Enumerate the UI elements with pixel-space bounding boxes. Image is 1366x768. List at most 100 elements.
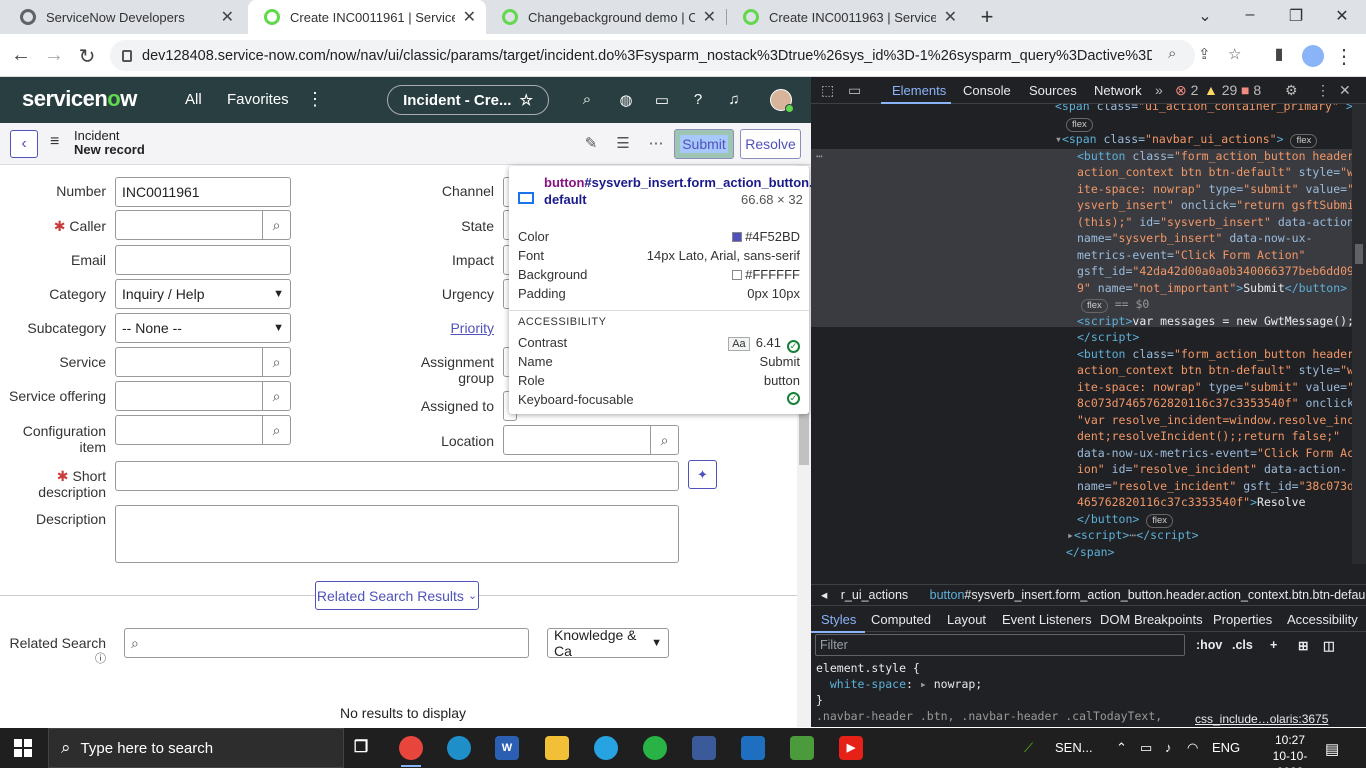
back-button[interactable]: ‹ xyxy=(10,130,38,158)
short-description-field[interactable] xyxy=(115,461,679,491)
servicenow-logo[interactable]: servicenow xyxy=(22,86,137,112)
devtools-close-icon[interactable]: ✕ xyxy=(1339,82,1351,99)
devtools-tab-sources[interactable]: Sources xyxy=(1029,83,1077,98)
description-textarea[interactable] xyxy=(115,505,679,563)
styles-tab-dom-breakpoints[interactable]: DOM Breakpoints xyxy=(1100,612,1203,627)
notifications-icon[interactable]: ▤ xyxy=(1325,740,1339,758)
scrollbar-thumb[interactable] xyxy=(1355,244,1363,264)
minimize-icon[interactable]: – xyxy=(1240,6,1260,24)
chrome-icon[interactable] xyxy=(399,736,423,767)
share-icon[interactable]: ⇪ xyxy=(1198,45,1211,63)
context-pill[interactable]: Incident - Cre... ☆ xyxy=(387,85,549,115)
styles-tab-computed[interactable]: Computed xyxy=(871,612,931,627)
wifi-icon[interactable]: ◠ xyxy=(1187,740,1198,756)
remote-desktop-icon[interactable] xyxy=(692,736,716,760)
devtools-tab-elements[interactable]: Elements xyxy=(892,83,946,98)
bookmark-star-icon[interactable]: ☆ xyxy=(1228,45,1241,63)
youtube-icon[interactable]: ▶ xyxy=(839,736,863,760)
edge-icon[interactable] xyxy=(447,736,471,760)
css-rules[interactable]: element.style { white-space: ▸ nowrap; }… xyxy=(816,660,1162,724)
device-toolbar-icon[interactable]: ▭ xyxy=(848,82,861,99)
close-window-icon[interactable]: ✕ xyxy=(1332,6,1352,26)
close-tab-icon[interactable]: ✕ xyxy=(221,7,234,27)
notification-bell-icon[interactable]: ♫ xyxy=(725,91,743,108)
chat-icon[interactable]: ▭ xyxy=(653,91,671,109)
browser-menu-icon[interactable]: ⋮ xyxy=(1333,44,1355,69)
browser-tab-active[interactable]: Create INC0011961 | ServiceNow ✕ xyxy=(248,0,486,34)
settings-gear-icon[interactable]: ⚙ xyxy=(1285,82,1298,99)
help-icon[interactable]: ? xyxy=(689,91,707,108)
priority-link[interactable]: Priority xyxy=(380,320,494,336)
more-tabs-chevron-icon[interactable]: » xyxy=(1155,82,1163,98)
zoom-search-icon[interactable]: ⌕ xyxy=(1168,45,1176,62)
browser-tab[interactable]: ServiceNow Developers ✕ xyxy=(4,0,244,34)
back-arrow-icon[interactable]: ← xyxy=(10,44,32,67)
help-circle-icon[interactable]: ⓘ xyxy=(0,651,106,667)
reload-icon[interactable]: ↻ xyxy=(76,44,98,69)
close-tab-icon[interactable]: ✕ xyxy=(463,7,476,27)
warning-badge[interactable]: ▲ 29 xyxy=(1204,82,1237,98)
taskbar-clock[interactable]: 10:27 10-10-2023 xyxy=(1262,732,1318,768)
paint-brush-icon[interactable]: ⊞ xyxy=(1298,638,1308,653)
forward-arrow-icon[interactable]: → xyxy=(43,44,65,67)
styles-tab-properties[interactable]: Properties xyxy=(1213,612,1272,627)
user-avatar[interactable] xyxy=(770,89,794,113)
category-select[interactable]: Inquiry / Help ▼ xyxy=(115,279,291,309)
restore-icon[interactable]: ❐ xyxy=(1286,6,1306,26)
attachment-paperclip-icon[interactable]: ✎ xyxy=(582,134,600,152)
whatsapp-icon[interactable] xyxy=(643,736,667,760)
hamburger-icon[interactable]: ≡ xyxy=(50,133,59,151)
styles-filter-input[interactable]: Filter xyxy=(815,634,1185,656)
knowledge-select[interactable]: Knowledge & Ca ▼ xyxy=(547,627,669,659)
more-menu-icon[interactable]: ⋮ xyxy=(306,89,324,110)
email-field[interactable] xyxy=(115,245,291,275)
url-text[interactable]: dev128408.service-now.com/now/nav/ui/cla… xyxy=(142,48,1152,64)
styles-tab-layout[interactable]: Layout xyxy=(947,612,986,627)
browser-tab[interactable]: Create INC0011963 | ServiceNow ✕ xyxy=(727,0,967,34)
taskbar-search-box[interactable]: ⌕ Type here to search xyxy=(48,728,344,768)
subcategory-select[interactable]: -- None -- ▼ xyxy=(115,313,291,343)
tab-search-chevron-icon[interactable]: ⌄ xyxy=(1195,6,1215,26)
devtools-tab-network[interactable]: Network xyxy=(1094,83,1142,98)
search-icon[interactable]: ⌕ xyxy=(578,91,596,108)
service-field[interactable]: ⌕ xyxy=(115,347,291,377)
telegram-icon[interactable] xyxy=(594,736,618,760)
lookup-search-icon[interactable]: ⌕ xyxy=(262,348,290,376)
breadcrumb-ui-actions[interactable]: r_ui_actions xyxy=(841,588,908,602)
issues-badge[interactable]: ■ 8 xyxy=(1241,82,1261,98)
dom-scrollbar[interactable] xyxy=(1352,104,1366,564)
resolve-button[interactable]: Resolve xyxy=(740,129,801,159)
lightbulb-suggestion-icon[interactable]: ✦ xyxy=(688,460,717,489)
service-offering-field[interactable]: ⌕ xyxy=(115,381,291,411)
caller-field[interactable]: ⌕ xyxy=(115,210,291,240)
related-search-input[interactable]: ⌕ xyxy=(124,628,529,658)
breadcrumb-button[interactable]: button#sysverb_insert.form_action_button… xyxy=(930,588,1366,602)
inspect-element-icon[interactable]: ⬚ xyxy=(821,82,834,99)
styles-tab-styles[interactable]: Styles xyxy=(821,612,856,627)
volume-icon[interactable]: ♪ xyxy=(1165,740,1172,755)
word-icon[interactable]: W xyxy=(495,736,519,760)
dom-tree[interactable]: <span class="ui_action_container_primary… xyxy=(811,104,1352,586)
nav-all[interactable]: All xyxy=(185,91,202,108)
more-options-icon[interactable]: ⋯ xyxy=(647,134,665,152)
css-source-link[interactable]: css_include…olaris:3675 xyxy=(1195,712,1328,726)
language-indicator[interactable]: ENG xyxy=(1212,740,1240,755)
breadcrumb-left-arrow-icon[interactable]: ◂ xyxy=(821,588,827,602)
spreadsheet-icon[interactable] xyxy=(790,736,814,760)
browser-tab[interactable]: Changebackground demo | Client ✕ xyxy=(486,0,726,34)
sidebar-panel-icon[interactable]: ▮ xyxy=(1268,44,1290,64)
hov-toggle[interactable]: :hov xyxy=(1196,638,1222,652)
battery-icon[interactable]: ▭ xyxy=(1140,740,1152,756)
lookup-search-icon[interactable]: ⌕ xyxy=(262,382,290,410)
profile-avatar-icon[interactable] xyxy=(1302,45,1324,67)
stock-ticker-text[interactable]: SEN... xyxy=(1055,740,1093,755)
nav-favorites[interactable]: Favorites xyxy=(227,91,289,108)
file-explorer-icon[interactable] xyxy=(545,736,569,760)
lookup-search-icon[interactable]: ⌕ xyxy=(650,426,678,454)
windows-start-icon[interactable] xyxy=(14,739,32,757)
task-view-icon[interactable]: ❐ xyxy=(349,736,373,760)
cls-toggle[interactable]: .cls xyxy=(1232,638,1253,652)
devtools-tab-console[interactable]: Console xyxy=(963,83,1011,98)
styles-tab-event-listeners[interactable]: Event Listeners xyxy=(1002,612,1092,627)
new-tab-plus-icon[interactable]: + xyxy=(976,4,998,30)
